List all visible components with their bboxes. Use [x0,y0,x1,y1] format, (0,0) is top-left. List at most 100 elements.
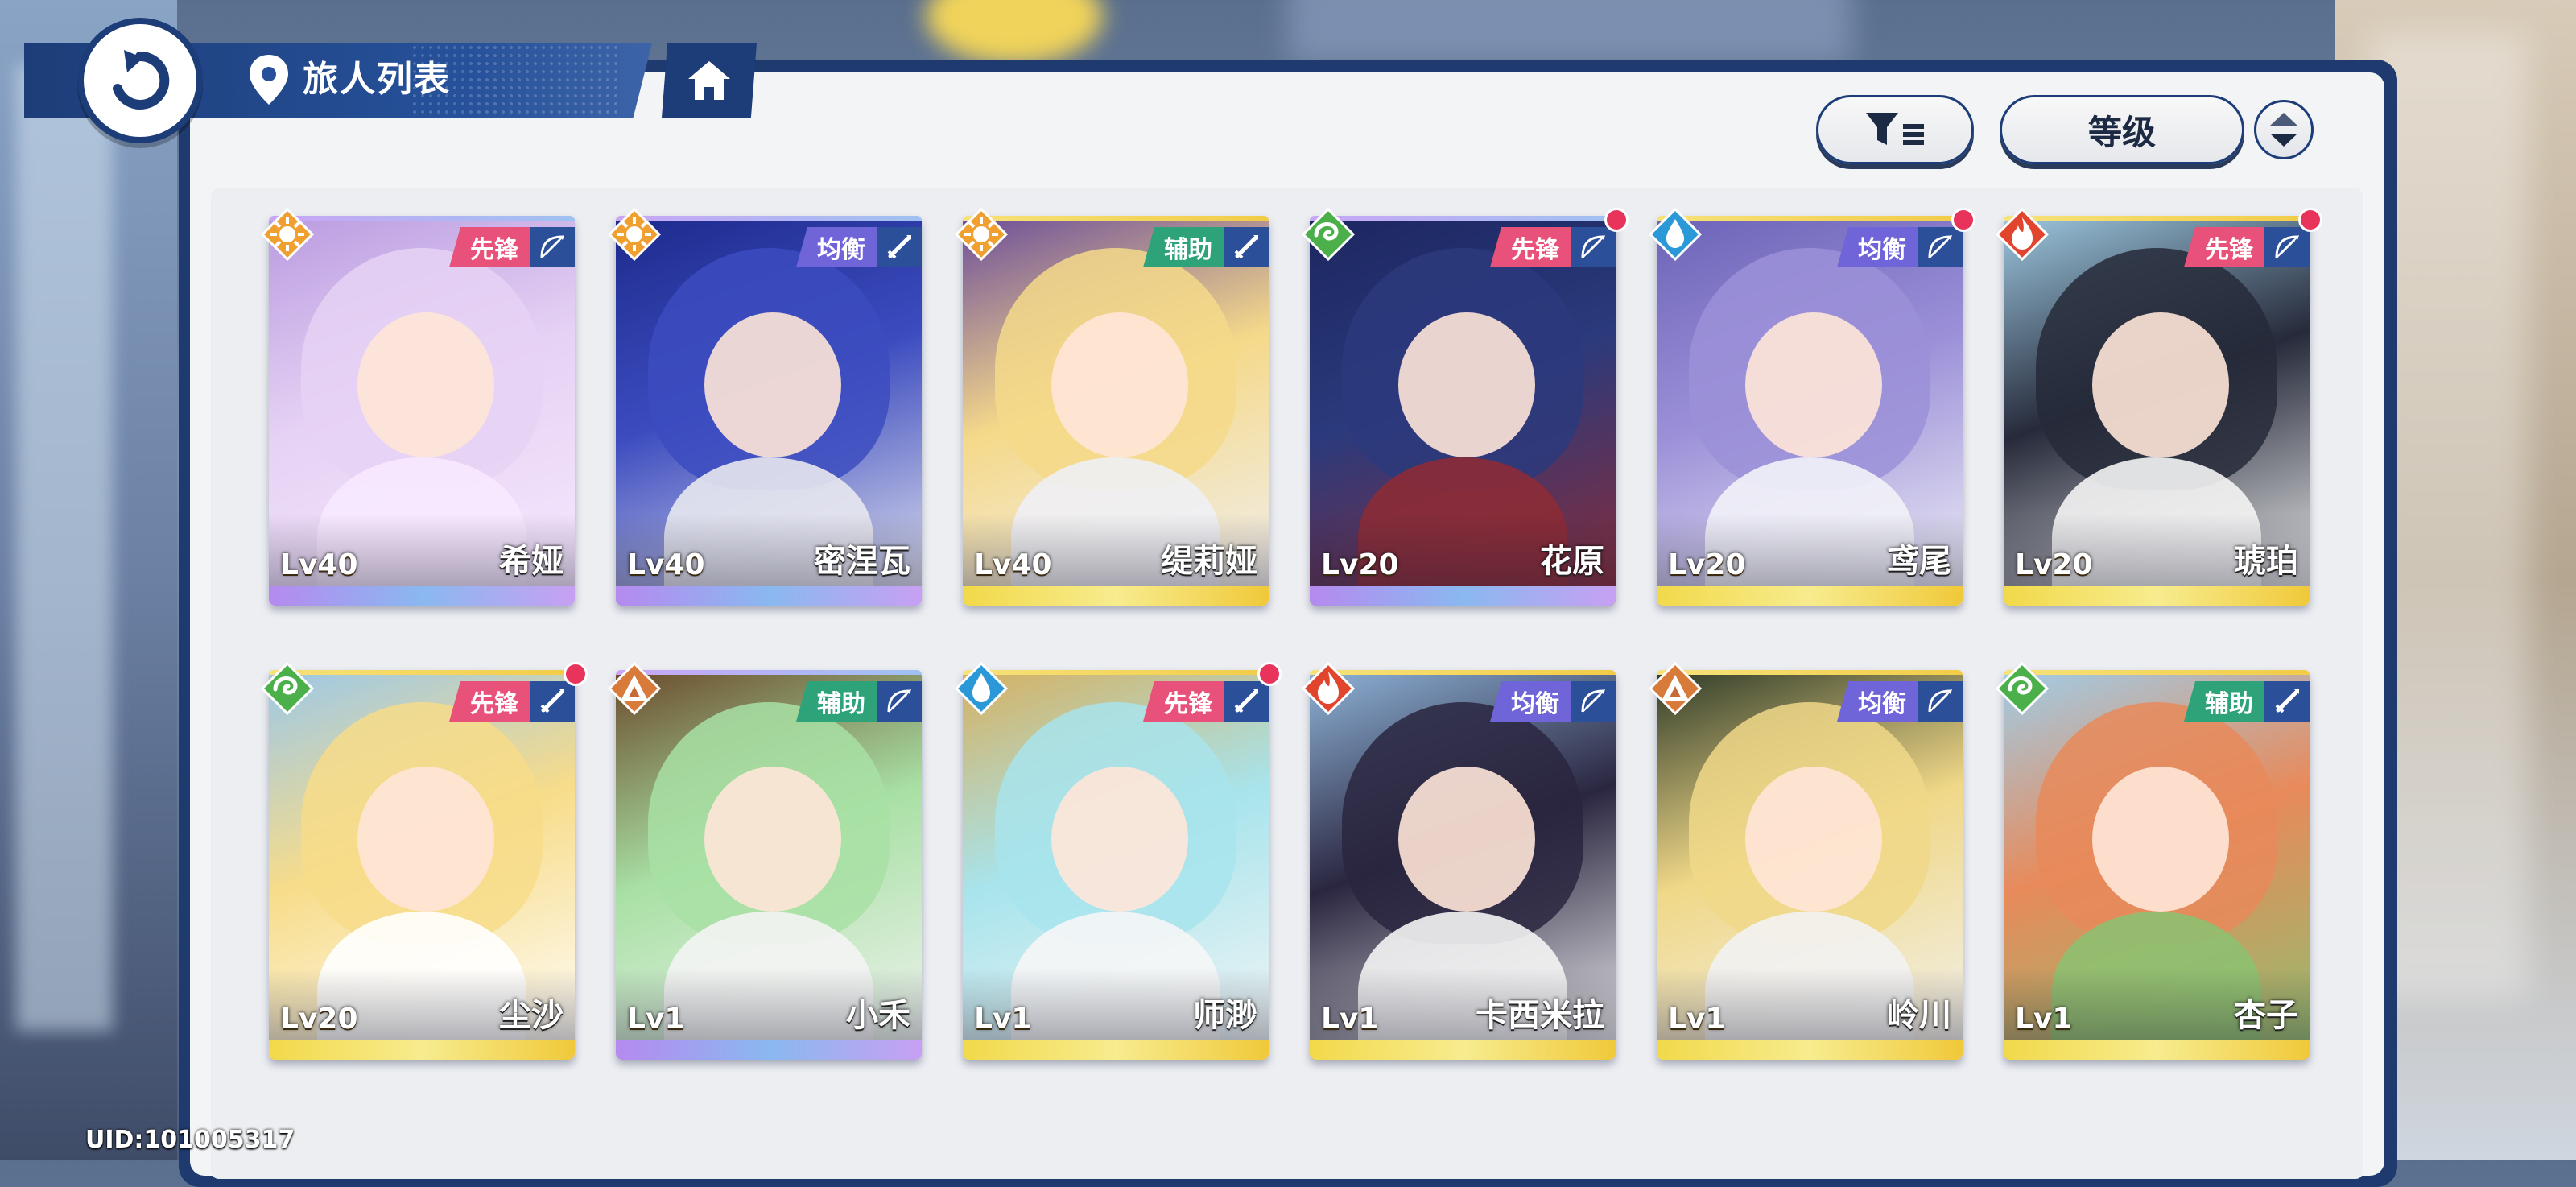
character-card[interactable]: 均衡 Lv20 鸢尾 [1649,208,1975,606]
weapon-badge [877,681,922,722]
character-name: 卡西米拉 [1476,997,1604,1034]
wind-icon [1996,662,2049,715]
role-badge: 先锋 [449,227,575,267]
character-level: Lv1 [1321,1003,1379,1036]
wind-icon [261,662,314,715]
bow-icon [1928,689,1952,713]
sword-icon [887,235,911,259]
sword-icon [2275,689,2299,713]
character-level: Lv1 [974,1003,1032,1036]
role-label: 辅助 [796,681,877,722]
character-level: Lv40 [280,548,358,581]
character-level: Lv20 [2015,548,2093,581]
notification-dot [1257,662,1282,686]
sword-icon [1234,235,1258,259]
role-label: 辅助 [1143,227,1224,267]
rarity-frame [616,586,922,606]
character-card[interactable]: 辅助 Lv40 缇莉娅 [955,208,1269,606]
weapon-badge [877,227,922,267]
weapon-badge [530,681,575,722]
weapon-badge [1224,681,1269,722]
weapon-badge [530,227,575,267]
character-name: 鸢尾 [1887,543,1951,580]
character-card[interactable]: 先锋 Lv1 师渺 [955,662,1282,1060]
role-badge: 均衡 [1837,681,1963,722]
character-name: 琥珀 [2234,543,2298,580]
bow-icon [887,689,911,713]
back-arrow-icon [113,50,170,110]
role-label: 先锋 [449,227,530,267]
character-level: Lv40 [974,548,1052,581]
character-card[interactable]: 均衡 Lv1 卡西米拉 [1302,662,1616,1060]
weapon-badge [1224,227,1269,267]
sun-icon [261,208,314,261]
role-badge: 先锋 [1490,227,1616,267]
rarity-frame [269,1040,575,1060]
bow-icon [1928,235,1952,258]
rarity-frame [963,586,1269,606]
character-level: Lv20 [280,1003,358,1036]
role-badge: 均衡 [1837,227,1963,267]
weapon-badge [1918,227,1963,267]
rarity-frame [2004,586,2310,606]
role-badge: 先锋 [449,681,575,722]
sun-icon [608,208,661,261]
role-label: 均衡 [1490,681,1571,722]
role-label: 均衡 [1837,227,1918,267]
home-icon [688,61,730,100]
sword-icon [1234,689,1258,713]
character-name: 密涅瓦 [814,543,910,580]
location-pin-icon [250,55,288,105]
role-label: 均衡 [1837,681,1918,722]
filter-button[interactable] [1816,95,1974,164]
home-button[interactable] [662,43,757,118]
role-badge: 辅助 [1143,227,1269,267]
role-badge: 均衡 [796,227,922,267]
rarity-frame [2004,1040,2310,1060]
rarity-frame [1657,586,1963,606]
role-label: 先锋 [1143,681,1224,722]
weapon-badge [1571,227,1616,267]
character-card[interactable]: 先锋 Lv20 尘沙 [261,662,588,1060]
notification-dot [1951,208,1975,232]
user-id: UID:101005317 [85,1126,295,1154]
character-card[interactable]: 均衡 Lv1 岭川 [1649,662,1963,1060]
rarity-frame [1310,586,1616,606]
notification-dot [2298,208,2322,232]
wind-icon [1302,208,1355,261]
character-level: Lv40 [627,548,705,581]
sort-by-button[interactable]: 等级 [2000,95,2244,164]
character-card[interactable]: 辅助 Lv1 小禾 [608,662,922,1060]
role-badge: 先锋 [1143,681,1269,722]
character-card[interactable]: 先锋 Lv20 琥珀 [1996,208,2322,606]
weapon-badge [2264,681,2310,722]
character-card[interactable]: 先锋 Lv40 希娅 [261,208,575,606]
character-level: Lv20 [1668,548,1746,581]
role-label: 先锋 [1490,227,1571,267]
rarity-frame [963,1040,1269,1060]
notification-dot [1604,208,1629,232]
water-icon [955,662,1008,715]
role-badge: 先锋 [2184,227,2310,267]
role-badge: 均衡 [1490,681,1616,722]
page-title: 旅人列表 [303,59,451,100]
character-name: 尘沙 [499,997,564,1034]
character-level: Lv1 [2015,1003,2073,1036]
character-card[interactable]: 辅助 Lv1 杏子 [1996,662,2310,1060]
character-name: 师渺 [1193,997,1257,1034]
sort-order-icon [2270,113,2297,147]
fire-icon [1996,208,2049,261]
character-level: Lv1 [1668,1003,1726,1036]
notification-dot [564,662,588,686]
character-card[interactable]: 先锋 Lv20 花原 [1302,208,1629,606]
character-name: 花原 [1540,543,1604,580]
rarity-frame [269,586,575,606]
rarity-frame [1657,1040,1963,1060]
bow-icon [1581,689,1605,713]
bow-icon [540,235,564,258]
character-name: 岭川 [1887,997,1951,1034]
sort-order-toggle[interactable] [2254,100,2314,159]
character-level: Lv20 [1321,548,1399,581]
back-button[interactable] [77,18,203,143]
character-card[interactable]: 均衡 Lv40 密涅瓦 [608,208,922,606]
